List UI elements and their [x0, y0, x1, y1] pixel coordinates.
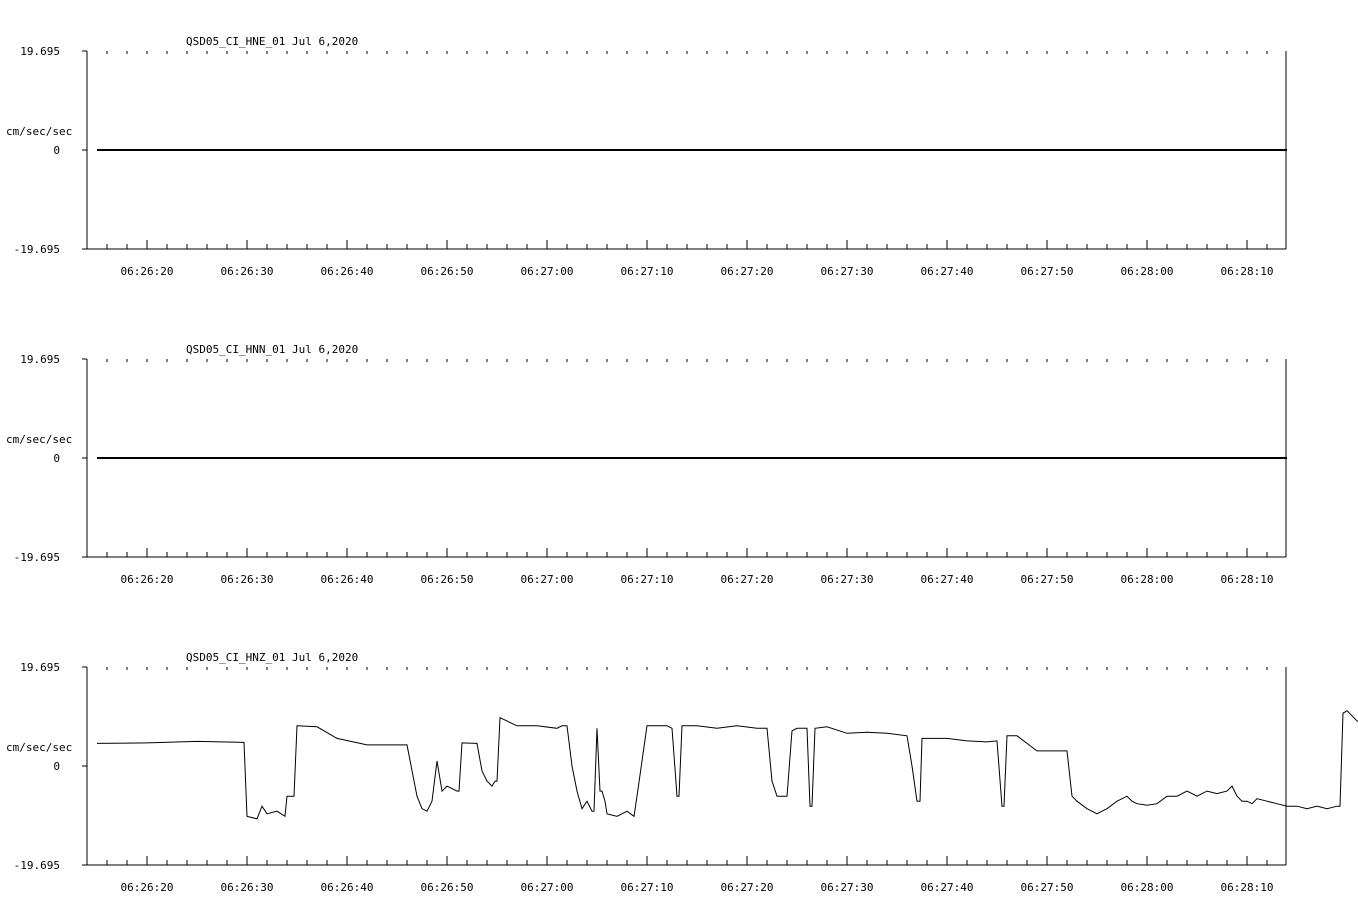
x-tick-label: 06:26:30 — [221, 573, 274, 586]
x-tick-label: 06:26:30 — [221, 265, 274, 278]
x-tick-label: 06:27:30 — [821, 265, 874, 278]
y-tick-label: -19.695 — [14, 551, 60, 564]
y-axis-label: cm/sec/sec — [6, 125, 72, 138]
x-tick-label: 06:26:20 — [121, 573, 174, 586]
x-tick-label: 06:26:40 — [321, 573, 374, 586]
x-tick-label: 06:28:10 — [1221, 881, 1274, 894]
x-tick-label: 06:27:40 — [921, 573, 974, 586]
x-tick-label: 06:27:30 — [821, 573, 874, 586]
x-tick-label: 06:27:50 — [1021, 881, 1074, 894]
x-tick-label: 06:28:10 — [1221, 265, 1274, 278]
waveform-trace — [96, 710, 1358, 820]
x-tick-label: 06:27:30 — [821, 881, 874, 894]
y-tick-label: 0 — [53, 760, 60, 773]
x-tick-label: 06:28:00 — [1121, 265, 1174, 278]
panel-title: QSD05_CI_HNE_01 Jul 6,2020 — [186, 35, 358, 48]
x-tick-label: 06:27:20 — [721, 573, 774, 586]
x-tick-label: 06:27:10 — [621, 881, 674, 894]
channel-panel-2: QSD05_CI_HNN_01 Jul 6,2020 19.695 0 -19.695… — [6, 343, 1287, 586]
y-axis-label: cm/sec/sec — [6, 433, 72, 446]
x-tick-label: 06:27:00 — [521, 265, 574, 278]
panel-title: QSD05_CI_HNN_01 Jul 6,2020 — [186, 343, 358, 356]
x-tick-label: 06:26:20 — [121, 881, 174, 894]
y-tick-label: -19.695 — [14, 243, 60, 256]
y-tick-label: -19.695 — [14, 859, 60, 872]
x-tick-label: 06:27:40 — [921, 881, 974, 894]
x-tick-label: 06:27:00 — [521, 573, 574, 586]
y-tick-label: 19.695 — [20, 661, 60, 674]
x-tick-label: 06:27:40 — [921, 265, 974, 278]
x-tick-label: 06:26:50 — [421, 265, 474, 278]
x-tick-label: 06:27:00 — [521, 881, 574, 894]
y-tick-label: 19.695 — [20, 353, 60, 366]
x-tick-label: 06:27:50 — [1021, 265, 1074, 278]
channel-panel-1: QSD05_CI_HNE_01 Jul 6,2020 19.695 0 -19.695… — [6, 35, 1287, 278]
x-tick-label: 06:26:30 — [221, 881, 274, 894]
x-tick-label: 06:27:20 — [721, 881, 774, 894]
y-axis-label: cm/sec/sec — [6, 741, 72, 754]
y-tick-label: 19.695 — [20, 45, 60, 58]
x-tick-label: 06:27:10 — [621, 573, 674, 586]
x-tick-label: 06:27:10 — [621, 265, 674, 278]
x-tick-label: 06:26:40 — [321, 265, 374, 278]
x-tick-label: 06:26:50 — [421, 573, 474, 586]
x-tick-label: 06:26:20 — [121, 265, 174, 278]
panel-title: QSD05_CI_HNZ_01 Jul 6,2020 — [186, 651, 358, 664]
x-tick-label: 06:28:10 — [1221, 573, 1274, 586]
x-tick-label: 06:28:00 — [1121, 573, 1174, 586]
y-tick-label: 0 — [53, 144, 60, 157]
channel-panel-3: QSD05_CI_HNZ_01 Jul 6,2020 19.695 0 -19.695… — [6, 651, 1358, 894]
x-tick-label: 06:27:20 — [721, 265, 774, 278]
seismogram-figure: QSD05_CI_HNE_01 Jul 6,2020 19.695 0 -19.695… — [6, 35, 1358, 894]
y-tick-label: 0 — [53, 452, 60, 465]
x-tick-label: 06:26:50 — [421, 881, 474, 894]
x-tick-label: 06:26:40 — [321, 881, 374, 894]
x-tick-label: 06:27:50 — [1021, 573, 1074, 586]
x-tick-label: 06:28:00 — [1121, 881, 1174, 894]
